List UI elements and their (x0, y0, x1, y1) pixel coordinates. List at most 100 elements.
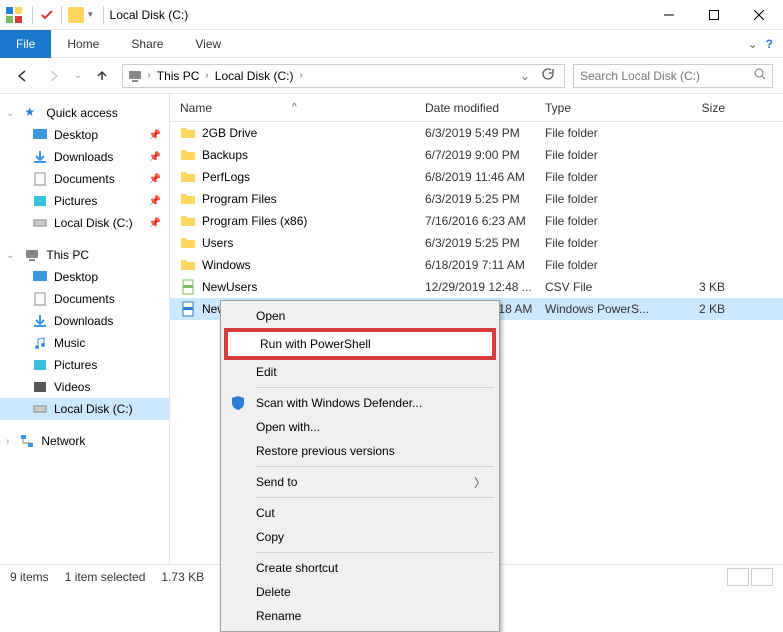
ctx-item-rename[interactable]: Rename (224, 604, 496, 628)
file-name: NewUsers (202, 280, 257, 294)
sidebar-item-documents[interactable]: Documents (0, 288, 169, 310)
file-row[interactable]: NewUsers12/29/2019 12:48 ...CSV File3 KB (170, 276, 783, 298)
file-row[interactable]: Program Files6/3/2019 5:25 PMFile folder (170, 188, 783, 210)
desktop-icon (32, 127, 48, 143)
file-date: 12/29/2019 12:48 ... (425, 280, 545, 294)
ctx-item-scan-with-windows-defender-[interactable]: Scan with Windows Defender... (224, 391, 496, 415)
file-row[interactable]: Windows6/18/2019 7:11 AMFile folder (170, 254, 783, 276)
separator (256, 387, 494, 388)
folder-icon (180, 147, 196, 163)
chevron-down-icon[interactable]: ⌄ (748, 37, 758, 51)
column-date[interactable]: Date modified (425, 101, 545, 115)
ctx-label: Send to (256, 475, 297, 489)
checkmark-icon[interactable] (39, 7, 55, 23)
file-row[interactable]: Program Files (x86)7/16/2016 6:23 AMFile… (170, 210, 783, 232)
details-view-button[interactable] (727, 568, 749, 586)
documents-icon (32, 171, 48, 187)
minimize-button[interactable] (646, 0, 691, 30)
maximize-button[interactable] (691, 0, 736, 30)
ctx-item-open[interactable]: Open (224, 304, 496, 328)
file-name: 2GB Drive (202, 126, 257, 140)
dropdown-icon[interactable]: ▾ (84, 9, 97, 20)
star-icon: ★ (24, 105, 40, 121)
ctx-item-restore-previous-versions[interactable]: Restore previous versions (224, 439, 496, 463)
ctx-item-edit[interactable]: Edit (224, 360, 496, 384)
status-selected: 1 item selected (65, 570, 146, 584)
file-name: PerfLogs (202, 170, 250, 184)
chevron-right-icon[interactable]: › (299, 70, 302, 81)
large-icons-view-button[interactable] (751, 568, 773, 586)
sidebar-item-downloads[interactable]: Downloads (0, 310, 169, 332)
status-size: 1.73 KB (161, 570, 204, 584)
file-type: File folder (545, 236, 665, 250)
refresh-icon[interactable] (540, 67, 554, 84)
ctx-item-cut[interactable]: Cut (224, 501, 496, 525)
sidebar-item-pictures[interactable]: Pictures📌 (0, 190, 169, 212)
file-type: File folder (545, 126, 665, 140)
file-name: Windows (202, 258, 251, 272)
pc-icon (24, 247, 40, 263)
file-row[interactable]: Backups6/7/2019 9:00 PMFile folder (170, 144, 783, 166)
file-name: Backups (202, 148, 248, 162)
folder-icon (180, 235, 196, 251)
ctx-item-run-with-powershell[interactable]: Run with PowerShell (224, 328, 496, 360)
sidebar-this-pc[interactable]: ⌄ This PC (0, 244, 169, 266)
tab-file[interactable]: File (0, 30, 51, 58)
sidebar-item-desktop[interactable]: Desktop📌 (0, 124, 169, 146)
file-size: 3 KB (665, 280, 735, 294)
breadcrumb[interactable]: › This PC › Local Disk (C:) › ⌄ (122, 64, 565, 88)
crumb-thispc[interactable]: This PC (155, 69, 202, 83)
back-button[interactable] (10, 64, 34, 88)
column-name[interactable]: Name (180, 101, 212, 115)
expand-icon[interactable]: › (6, 436, 9, 447)
forward-button (42, 64, 66, 88)
file-row[interactable]: Users6/3/2019 5:25 PMFile folder (170, 232, 783, 254)
crumb-drive[interactable]: Local Disk (C:) (213, 69, 296, 83)
ctx-item-create-shortcut[interactable]: Create shortcut (224, 556, 496, 580)
ctx-label: Open (256, 309, 285, 323)
file-row[interactable]: 2GB Drive 6/3/2019 5:49 PMFile folder (170, 122, 783, 144)
close-button[interactable] (736, 0, 781, 30)
sidebar-item-desktop[interactable]: Desktop (0, 266, 169, 288)
file-date: 6/8/2019 11:46 AM (425, 170, 545, 184)
column-type[interactable]: Type (545, 101, 665, 115)
folder-icon (180, 125, 196, 141)
ribbon: File Home Share View ⌄ ? (0, 30, 783, 58)
tab-home[interactable]: Home (51, 30, 115, 58)
chevron-down-icon[interactable]: ⌄ (74, 70, 82, 81)
collapse-icon[interactable]: ⌄ (6, 250, 14, 261)
ctx-label: Delete (256, 585, 291, 599)
chevron-down-icon[interactable]: ⌄ (520, 69, 530, 83)
ctx-item-send-to[interactable]: Send to〉 (224, 470, 496, 494)
tab-view[interactable]: View (179, 30, 237, 58)
sidebar-quick-access[interactable]: ⌄ ★ Quick access (0, 102, 169, 124)
sidebar-item-downloads[interactable]: Downloads📌 (0, 146, 169, 168)
sidebar-item-localdisk[interactable]: Local Disk (C:) (0, 398, 169, 420)
sidebar-item-music[interactable]: Music (0, 332, 169, 354)
collapse-icon[interactable]: ⌄ (6, 108, 14, 119)
ctx-item-open-with-[interactable]: Open with... (224, 415, 496, 439)
ctx-item-delete[interactable]: Delete (224, 580, 496, 604)
desktop-icon (32, 269, 48, 285)
help-icon[interactable]: ? (766, 37, 773, 51)
file-row[interactable]: PerfLogs6/8/2019 11:46 AMFile folder (170, 166, 783, 188)
ctx-item-copy[interactable]: Copy (224, 525, 496, 549)
sidebar-item-pictures[interactable]: Pictures (0, 354, 169, 376)
ctx-label: Restore previous versions (256, 444, 395, 458)
separator (256, 552, 494, 553)
up-button[interactable] (90, 64, 114, 88)
file-date: 6/3/2019 5:49 PM (425, 126, 545, 140)
sidebar-item-videos[interactable]: Videos (0, 376, 169, 398)
chevron-right-icon[interactable]: › (147, 70, 150, 81)
sidebar-item-documents[interactable]: Documents📌 (0, 168, 169, 190)
tab-share[interactable]: Share (115, 30, 179, 58)
separator (256, 466, 494, 467)
sidebar-item-localdisk[interactable]: Local Disk (C:)📌 (0, 212, 169, 234)
sidebar-network[interactable]: › Network (0, 430, 169, 452)
search-input[interactable]: Search Local Disk (C:) (573, 64, 773, 88)
chevron-right-icon[interactable]: › (205, 70, 208, 81)
column-size[interactable]: Size (665, 101, 735, 115)
drive-icon (32, 401, 48, 417)
folder-icon (180, 257, 196, 273)
column-headers[interactable]: Name^ Date modified Type Size (170, 94, 783, 122)
